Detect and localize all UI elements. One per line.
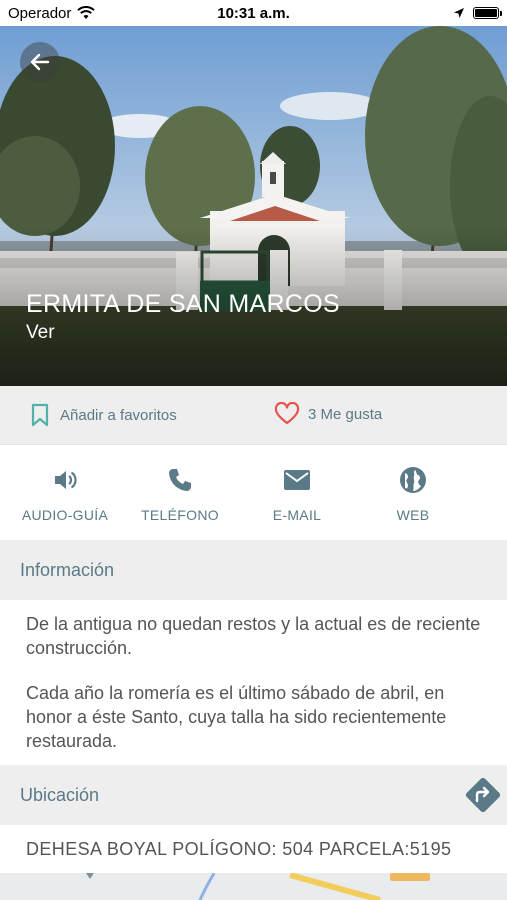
web-button[interactable]: WEB [358, 465, 468, 523]
mail-icon [284, 470, 310, 490]
email-button[interactable]: E-MAIL [242, 465, 352, 523]
status-bar: Operador 10:31 a.m. [0, 0, 507, 26]
place-subtitle[interactable]: Ver [26, 322, 55, 344]
bookmark-icon [31, 403, 49, 427]
actions-bar: Añadir a favoritos 3 Me gusta [0, 386, 507, 444]
speaker-icon [55, 471, 77, 489]
likes-count: 3 Me gusta [308, 405, 383, 423]
web-label: WEB [396, 507, 430, 523]
carrier-group: Operador [8, 4, 96, 22]
wifi-icon [77, 6, 96, 19]
globe-icon [400, 467, 426, 493]
map-preview [0, 873, 507, 900]
like-button[interactable]: 3 Me gusta [274, 402, 382, 426]
status-indicators [453, 7, 502, 19]
battery-icon [473, 7, 502, 19]
email-label: E-MAIL [272, 507, 322, 523]
back-button[interactable] [20, 42, 60, 82]
add-favorite-button[interactable]: Añadir a favoritos [30, 403, 177, 427]
info-paragraph: Cada año la romería es el último sábado … [26, 683, 447, 751]
location-header-label: Ubicación [20, 784, 100, 805]
audio-guide-label: AUDIO-GUÍA [21, 507, 109, 523]
directions-button[interactable] [462, 774, 504, 816]
address-text: DEHESA BOYAL POLÍGONO: 504 PARCELA:5195 [26, 838, 452, 859]
add-favorite-label: Añadir a favoritos [60, 406, 177, 424]
hero-image: ERMITA DE SAN MARCOS Ver [0, 26, 507, 386]
arrow-left-icon [30, 53, 50, 71]
carrier-name: Operador [8, 4, 72, 22]
phone-button[interactable]: TELÉFONO [125, 465, 235, 523]
location-address: DEHESA BOYAL POLÍGONO: 504 PARCELA:5195 [0, 825, 507, 873]
phone-label: TELÉFONO [141, 507, 219, 523]
audio-guide-button[interactable]: AUDIO-GUÍA [10, 465, 120, 523]
phone-icon [169, 469, 191, 491]
directions-icon [465, 777, 501, 813]
info-description: De la antigua no quedan restos y la actu… [26, 612, 486, 774]
location-arrow-icon [454, 8, 464, 18]
contact-row: AUDIO-GUÍA TELÉFONO E-MAIL WEB [0, 444, 507, 540]
place-title: ERMITA DE SAN MARCOS [26, 290, 340, 318]
location-section-header: Ubicación [0, 765, 507, 825]
heart-icon [274, 402, 300, 425]
info-section-header: Información [0, 540, 507, 600]
clock: 10:31 a.m. [217, 4, 290, 22]
info-paragraph: De la antigua no quedan restos y la actu… [26, 614, 481, 658]
map-view[interactable] [0, 873, 507, 900]
info-header-label: Información [20, 559, 115, 580]
